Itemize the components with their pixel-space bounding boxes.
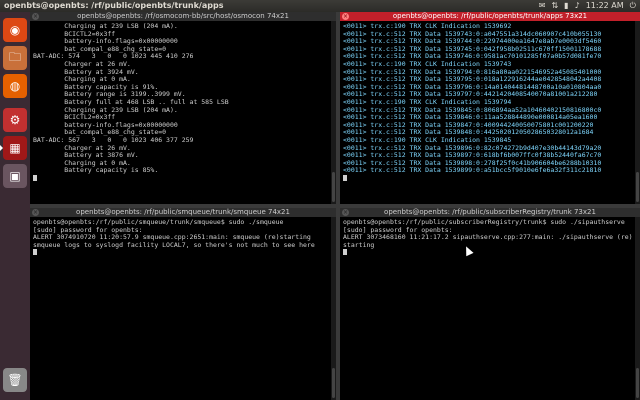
terminal-pane-smqueue[interactable]: × openbts@openbts: /rf/public/smqueue/tr… xyxy=(30,208,336,400)
terminal-cursor-line xyxy=(33,174,328,183)
terminal-title: × openbts@openbts: /rf/public/smqueue/tr… xyxy=(30,208,336,217)
terminal-pane-osmocon[interactable]: × openbts@openbts: /rf/osmocom-bb/src/ho… xyxy=(30,12,336,204)
terminal-cursor-line xyxy=(343,174,632,183)
cursor-icon xyxy=(33,249,37,256)
launcher-settings-icon[interactable]: ⚙ xyxy=(3,108,27,132)
pane-divider-horizontal[interactable] xyxy=(30,204,640,208)
cursor-icon xyxy=(343,249,347,256)
terminal-pane-openbts[interactable]: × openbts@openbts: /rf/public/openbts/tr… xyxy=(340,12,640,204)
window-title: openbts@openbts: /rf/public/openbts/trun… xyxy=(4,1,224,10)
terminal-line: starting xyxy=(343,240,375,249)
terminal-title: × openbts@openbts: /rf/public/openbts/tr… xyxy=(340,12,640,21)
launcher-terminal-icon[interactable]: ▦ xyxy=(0,136,27,160)
terminal-line: smqueue logs to syslogd facility LOCAL7,… xyxy=(33,240,315,249)
volume-icon[interactable]: ♪ xyxy=(575,0,580,12)
terminal-title: × openbts@openbts: /rf/public/subscriber… xyxy=(340,208,640,217)
terminal-title: × openbts@openbts: /rf/osmocom-bb/src/ho… xyxy=(30,12,336,21)
launcher-ubuntu-dash-icon[interactable]: ◉ xyxy=(3,18,27,42)
launcher: ◉ 🗀 ◍ ⚙ ▦ ▣ 🗑 xyxy=(0,12,30,400)
launcher-trash-icon[interactable]: 🗑 xyxy=(3,368,27,392)
power-icon[interactable]: ⏻ xyxy=(630,0,636,12)
envelope-icon[interactable]: ✉ xyxy=(539,0,546,12)
cursor-icon xyxy=(33,174,37,181)
terminal-output: openbts@openbts:/rf/public/subscriberReg… xyxy=(343,219,632,398)
terminal-line: <0011> trx.c:512 TRX Data 1539899:0:a51b… xyxy=(343,166,602,175)
network-icon[interactable]: ⇅ xyxy=(551,0,558,12)
terminal-line: ALERT 3073468160 11:21:17.2 sipauthserve… xyxy=(343,233,632,242)
system-tray: ✉ ⇅ ▮ ♪ 11:22 AM ⏻ xyxy=(539,0,636,12)
launcher-workspaces-icon[interactable]: ▣ xyxy=(3,164,27,188)
terminal-line: Battery capacity is 85%. xyxy=(33,166,159,175)
top-panel: openbts@openbts: /rf/public/openbts/trun… xyxy=(0,0,640,12)
cursor-icon xyxy=(343,174,347,181)
terminal-cursor-line xyxy=(33,249,328,257)
close-icon[interactable]: × xyxy=(342,209,349,216)
battery-icon[interactable]: ▮ xyxy=(564,0,568,12)
launcher-firefox-icon[interactable]: ◍ xyxy=(3,74,27,98)
terminal-output: openbts@openbts:/rf/public/smqueue/trunk… xyxy=(33,219,328,398)
close-icon[interactable]: × xyxy=(342,13,349,20)
launcher-files-icon[interactable]: 🗀 xyxy=(3,46,27,70)
terminal-output: Charging at 239 LSB (204 mA). BCICTL2=0x… xyxy=(33,23,328,202)
scrollbar[interactable] xyxy=(635,217,640,400)
terminal-output: <0011> trx.c:190 TRX CLK Indication 1539… xyxy=(343,23,632,202)
close-icon[interactable]: × xyxy=(32,209,39,216)
scrollbar[interactable] xyxy=(635,21,640,204)
close-icon[interactable]: × xyxy=(32,13,39,20)
clock[interactable]: 11:22 AM xyxy=(586,0,624,12)
terminal-pane-sipauthserve[interactable]: × openbts@openbts: /rf/public/subscriber… xyxy=(340,208,640,400)
terminal-cursor-line xyxy=(343,249,632,257)
